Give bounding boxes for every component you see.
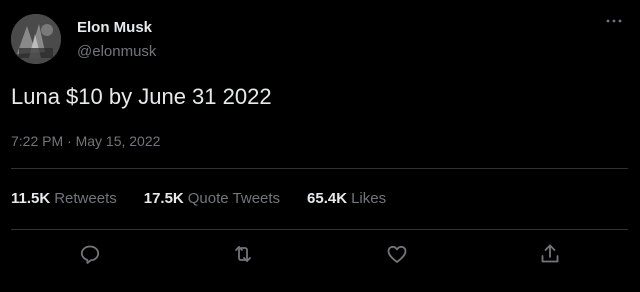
likes-stat[interactable]: 65.4K Likes [307,190,386,208]
tweet-stats: 11.5K Retweets 17.5K Quote Tweets 65.4K Lik… [11,190,413,208]
tweet-detail: Elon Musk @elonmusk Luna $10 by June 31 … [0,0,640,292]
retweets-stat[interactable]: 11.5K Retweets [11,190,117,208]
retweets-label: Retweets [54,190,117,207]
likes-label: Likes [351,190,387,207]
tweet-text: Luna $10 by June 31 2022 [11,84,272,109]
retweets-count: 11.5K [11,190,51,207]
likes-count: 65.4K [307,190,348,207]
avatar[interactable] [11,14,61,64]
quote-tweets-stat[interactable]: 17.5K Quote Tweets [144,190,280,208]
quote-tweets-count: 17.5K [143,190,184,207]
divider [11,229,628,230]
retweet-icon[interactable] [231,242,255,266]
share-icon[interactable] [538,242,562,266]
author-handle[interactable]: @elonmusk [77,43,156,61]
reply-icon[interactable] [78,242,102,266]
author-info: Elon Musk @elonmusk [77,19,156,61]
more-icon[interactable] [604,14,624,28]
divider [11,168,628,169]
author-display-name[interactable]: Elon Musk [77,19,156,37]
avatar-image [11,14,61,64]
quote-tweets-label: Quote Tweets [187,190,281,207]
tweet-timestamp[interactable]: 7:22 PM · May 15, 2022 [11,132,160,150]
like-icon[interactable] [385,242,409,266]
